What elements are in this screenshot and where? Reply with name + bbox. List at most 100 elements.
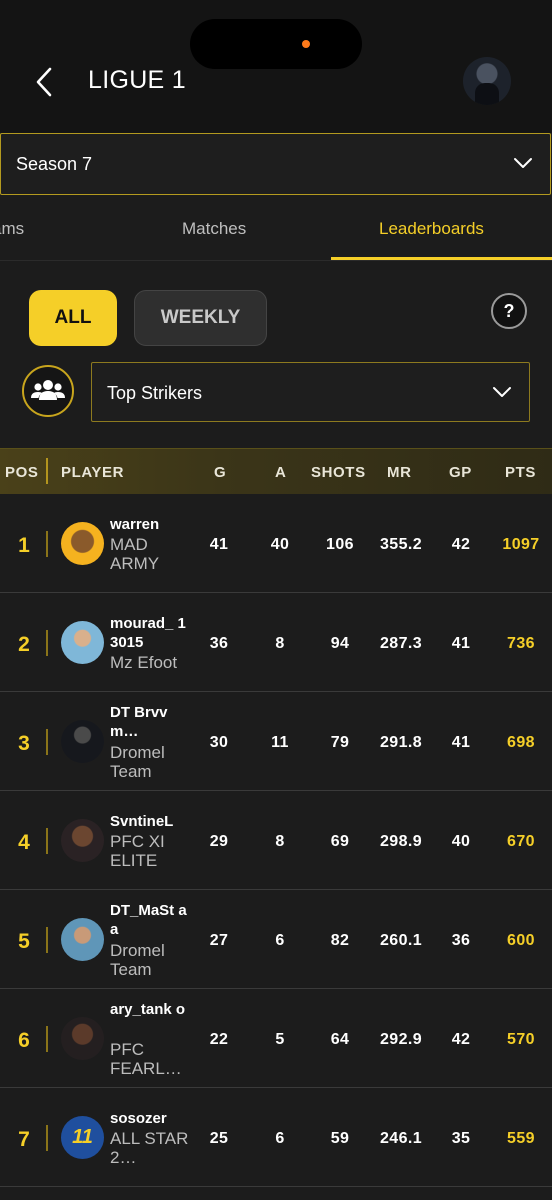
player-name: SvntineL <box>110 813 174 830</box>
tab-matches[interactable]: Matches <box>182 219 246 239</box>
player-avatar <box>61 819 104 862</box>
mr-value: 287.3 <box>379 635 423 652</box>
player-avatar <box>61 621 104 664</box>
pts-value: 570 <box>507 1031 535 1048</box>
player-name: warren <box>110 516 160 533</box>
row-position: 1 <box>18 534 30 557</box>
player-avatar <box>61 720 104 763</box>
column-divider <box>46 531 48 557</box>
player-name: sosozer <box>110 1110 167 1127</box>
column-divider <box>46 630 48 656</box>
back-button[interactable] <box>28 62 68 102</box>
gp-value: 42 <box>451 1031 471 1048</box>
pts-value: 736 <box>507 635 535 652</box>
all-filter-button[interactable]: ALL <box>29 290 117 346</box>
table-row[interactable]: 5 DT_MaSt aa Dromel Team 27 6 82 260.1 3… <box>0 890 552 989</box>
column-header-gp[interactable]: GP <box>449 464 472 481</box>
column-header-assists[interactable]: A <box>275 464 286 481</box>
chevron-left-icon <box>36 67 52 97</box>
pts-value: 559 <box>507 1130 535 1147</box>
assists-value: 11 <box>271 734 289 751</box>
row-position: 5 <box>18 930 30 953</box>
shots-value: 59 <box>330 1130 350 1147</box>
player-avatar <box>61 1017 104 1060</box>
category-select[interactable]: Top Strikers <box>91 362 530 422</box>
goals-value: 25 <box>209 1130 229 1147</box>
mr-value: 292.9 <box>379 1031 423 1048</box>
mr-value: 246.1 <box>379 1130 423 1147</box>
player-name: ary_tank o <box>110 1001 186 1018</box>
assists-value: 8 <box>275 833 285 850</box>
assists-value: 8 <box>275 635 285 652</box>
gp-value: 42 <box>451 536 471 553</box>
column-header-pos[interactable]: POS <box>5 464 38 481</box>
goals-value: 36 <box>209 635 229 652</box>
tab-leaderboards[interactable]: Leaderboards <box>379 219 484 239</box>
shots-value: 64 <box>330 1031 350 1048</box>
row-position: 2 <box>18 633 30 656</box>
tab-teams[interactable]: ams <box>0 219 24 239</box>
player-team: MAD ARMY <box>110 535 160 573</box>
player-team: Dromel Team <box>110 743 165 781</box>
table-row[interactable]: 3 DT Brvvm… Dromel Team 30 11 79 291.8 4… <box>0 692 552 791</box>
help-icon: ? <box>503 300 515 321</box>
group-button[interactable] <box>22 365 74 417</box>
table-row[interactable]: 7 11 sosozer ALL STAR 2… 25 6 59 246.1 3… <box>0 1088 552 1187</box>
pts-value: 1097 <box>502 536 540 553</box>
table-row[interactable]: 2 mourad_ 13015 Mz Efoot 36 8 94 287.3 4… <box>0 593 552 692</box>
column-divider <box>46 729 48 755</box>
column-header-goals[interactable]: G <box>214 464 226 481</box>
column-divider <box>46 1125 48 1151</box>
row-position: 3 <box>18 732 30 755</box>
player-name: DT_MaSt aa <box>110 902 187 938</box>
chevron-down-icon <box>493 387 511 397</box>
weekly-filter-button[interactable]: WEEKLY <box>134 290 267 346</box>
table-row[interactable]: 6 ary_tank o PFC FEARL… 22 5 64 292.9 42… <box>0 989 552 1088</box>
player-name: DT Brvvm… <box>110 704 168 740</box>
goals-value: 30 <box>209 734 229 751</box>
help-button[interactable]: ? <box>491 293 527 329</box>
assists-value: 6 <box>275 932 285 949</box>
jersey-number: 11 <box>72 1126 93 1148</box>
row-position: 4 <box>18 831 30 854</box>
player-team: Dromel Team <box>110 941 165 979</box>
row-position: 7 <box>18 1128 30 1151</box>
column-divider <box>46 927 48 953</box>
column-divider <box>46 1026 48 1052</box>
shots-value: 94 <box>330 635 350 652</box>
shots-value: 106 <box>326 536 354 553</box>
user-avatar[interactable] <box>463 57 511 105</box>
goals-value: 27 <box>209 932 229 949</box>
gp-value: 36 <box>451 932 471 949</box>
mr-value: 260.1 <box>379 932 423 949</box>
column-header-shots[interactable]: SHOTS <box>311 464 366 481</box>
users-group-icon <box>31 380 65 400</box>
mr-value: 291.8 <box>379 734 423 751</box>
season-select[interactable]: Season 7 <box>0 133 551 195</box>
player-team: ALL STAR 2… <box>110 1129 189 1167</box>
player-team: Mz Efoot <box>110 653 178 672</box>
recording-indicator <box>302 40 310 48</box>
mr-value: 355.2 <box>379 536 423 553</box>
player-team: PFC FEARL… <box>110 1040 182 1078</box>
table-row[interactable]: 4 SvntineL PFC XI ELITE 29 8 69 298.9 40… <box>0 791 552 890</box>
assists-value: 5 <box>275 1031 285 1048</box>
gp-value: 41 <box>451 635 471 652</box>
column-header-player[interactable]: PLAYER <box>61 464 124 481</box>
mr-value: 298.9 <box>379 833 423 850</box>
gp-value: 40 <box>451 833 471 850</box>
player-team: PFC XI ELITE <box>110 832 165 870</box>
goals-value: 29 <box>209 833 229 850</box>
season-select-value: Season 7 <box>16 154 93 174</box>
pts-value: 600 <box>507 932 535 949</box>
tab-bar: ams Matches Leaderboards <box>0 200 552 262</box>
dynamic-island <box>190 19 362 69</box>
column-header-mr[interactable]: MR <box>387 464 412 481</box>
table-row[interactable]: 1 warren MAD ARMY 41 40 106 355.2 42 109… <box>0 494 552 593</box>
row-position: 6 <box>18 1029 30 1052</box>
shots-value: 69 <box>330 833 350 850</box>
page-title: LIGUE 1 <box>88 66 186 94</box>
pts-value: 698 <box>507 734 535 751</box>
shots-value: 82 <box>330 932 350 949</box>
column-header-pts[interactable]: PTS <box>505 464 536 481</box>
